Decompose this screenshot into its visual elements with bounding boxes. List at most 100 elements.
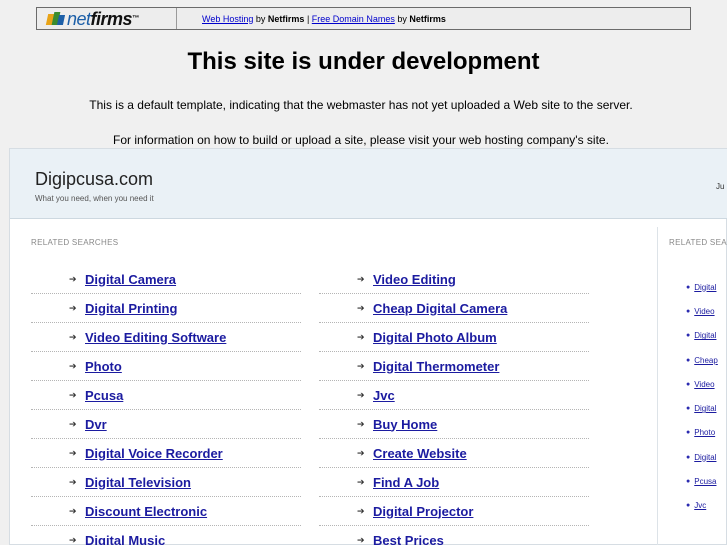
related-search-item: ➔ Discount Electronic — [31, 497, 301, 526]
brand-text-2: Netfirms — [409, 13, 446, 24]
site-title: Digipcusa.com — [35, 169, 154, 189]
side-related-search-link[interactable]: Digital — [694, 331, 716, 340]
arrow-icon: ➔ — [357, 535, 365, 545]
top-bar-links: Web Hosting by Netfirms | Free Domain Na… — [202, 14, 446, 24]
arrow-icon: ➔ — [357, 361, 365, 371]
related-search-item: ➔ Dvr — [31, 410, 301, 439]
related-searches-label: RELATED SEARCHES — [31, 238, 119, 247]
related-search-link[interactable]: Discount Electronic — [85, 504, 207, 519]
netfirms-top-bar: netfirms™ Web Hosting by Netfirms | Free… — [36, 7, 691, 30]
bullet-icon: ● — [686, 429, 691, 437]
bullet-icon: ● — [686, 380, 691, 388]
related-search-item: ➔ Digital Photo Album — [319, 323, 589, 352]
related-search-link[interactable]: Best Prices — [373, 533, 444, 545]
arrow-icon: ➔ — [357, 274, 365, 284]
side-related-search-link[interactable]: Video — [694, 307, 714, 316]
related-search-link[interactable]: Digital Projector — [373, 504, 473, 519]
related-search-link[interactable]: Digital Thermometer — [373, 359, 499, 374]
side-related-search-item: ● Digital — [686, 324, 727, 348]
bullet-icon: ● — [686, 502, 691, 510]
related-search-link[interactable]: Cheap Digital Camera — [373, 301, 507, 316]
related-searches-left-column: ➔ Digital Camera ➔ Digital Printing ➔ Video E… — [31, 265, 301, 545]
related-search-item: ➔ Digital Voice Recorder — [31, 439, 301, 468]
related-search-item: ➔ Buy Home — [319, 410, 589, 439]
related-search-item: ➔ Find A Job — [319, 468, 589, 497]
side-related-search-link[interactable]: Video — [694, 380, 714, 389]
web-hosting-link[interactable]: Web Hosting — [202, 14, 253, 24]
related-search-item: ➔ Video Editing — [319, 265, 589, 294]
related-search-link[interactable]: Dvr — [85, 417, 107, 432]
bullet-icon: ● — [686, 307, 691, 315]
related-search-item: ➔ Jvc — [319, 381, 589, 410]
hosting-info-message: For information on how to build or uploa… — [113, 133, 609, 147]
related-search-item: ➔ Digital Camera — [31, 265, 301, 294]
free-domain-names-link[interactable]: Free Domain Names — [312, 14, 395, 24]
bullet-icon: ● — [686, 283, 691, 291]
side-related-search-item: ● Digital — [686, 445, 727, 469]
site-tagline: What you need, when you need it — [35, 194, 154, 203]
related-search-item: ➔ Video Editing Software — [31, 323, 301, 352]
related-search-item: ➔ Pcusa — [31, 381, 301, 410]
related-search-item: ➔ Digital Television — [31, 468, 301, 497]
side-related-searches-list: ● Digital ● Video ● Digital ● Cheap ● Video ● Digit… — [686, 275, 727, 518]
arrow-icon: ➔ — [69, 361, 77, 371]
side-related-search-item: ● Cheap — [686, 348, 727, 372]
related-search-item: ➔ Digital Music — [31, 526, 301, 545]
related-search-item: ➔ Create Website — [319, 439, 589, 468]
arrow-icon: ➔ — [357, 419, 365, 429]
related-search-item: ➔ Photo — [31, 352, 301, 381]
side-related-search-item: ● Jvc — [686, 494, 727, 518]
bullet-icon: ● — [686, 405, 691, 413]
side-related-search-item: ● Video — [686, 372, 727, 396]
related-search-link[interactable]: Digital Photo Album — [373, 330, 497, 345]
related-search-item: ➔ Best Prices — [319, 526, 589, 545]
arrow-icon: ➔ — [69, 448, 77, 458]
related-search-link[interactable]: Pcusa — [85, 388, 123, 403]
related-search-link[interactable]: Photo — [85, 359, 122, 374]
related-search-link[interactable]: Digital Television — [85, 475, 191, 490]
by-text-1: by — [255, 13, 266, 24]
related-search-link[interactable]: Digital Camera — [85, 272, 176, 287]
side-related-search-item: ● Video — [686, 299, 727, 323]
page-headline: This site is under development — [187, 48, 540, 75]
related-search-link[interactable]: Video Editing Software — [85, 330, 226, 345]
arrow-icon: ➔ — [357, 506, 365, 516]
arrow-icon: ➔ — [69, 506, 77, 516]
arrow-icon: ➔ — [357, 332, 365, 342]
related-search-link[interactable]: Buy Home — [373, 417, 437, 432]
side-related-search-item: ● Digital — [686, 396, 727, 420]
arrow-icon: ➔ — [69, 535, 77, 545]
side-related-search-link[interactable]: Pcusa — [694, 477, 716, 486]
arrow-icon: ➔ — [69, 303, 77, 313]
related-search-link[interactable]: Video Editing — [373, 272, 456, 287]
column-divider — [657, 227, 658, 545]
netfirms-logo[interactable]: netfirms™ — [37, 8, 177, 29]
related-search-link[interactable]: Digital Printing — [85, 301, 177, 316]
arrow-icon: ➔ — [357, 448, 365, 458]
related-searches-right-column: ➔ Video Editing ➔ Cheap Digital Camera ➔ Digi… — [319, 265, 589, 545]
related-search-link[interactable]: Digital Music — [85, 533, 165, 545]
arrow-icon: ➔ — [69, 477, 77, 487]
arrow-icon: ➔ — [69, 390, 77, 400]
side-related-search-item: ● Photo — [686, 421, 727, 445]
arrow-icon: ➔ — [69, 274, 77, 284]
side-related-search-link[interactable]: Digital — [694, 283, 716, 292]
side-related-search-link[interactable]: Jvc — [694, 501, 706, 510]
related-search-link[interactable]: Create Website — [373, 446, 467, 461]
side-related-search-link[interactable]: Photo — [694, 428, 715, 437]
related-search-item: ➔ Digital Thermometer — [319, 352, 589, 381]
related-search-link[interactable]: Jvc — [373, 388, 395, 403]
brand-text-1: Netfirms — [267, 13, 305, 24]
by-text-2: by — [397, 13, 407, 24]
related-search-item: ➔ Digital Projector — [319, 497, 589, 526]
arrow-icon: ➔ — [357, 390, 365, 400]
side-related-search-link[interactable]: Digital — [694, 404, 716, 413]
related-search-link[interactable]: Digital Voice Recorder — [85, 446, 223, 461]
side-related-search-link[interactable]: Digital — [694, 453, 716, 462]
side-related-search-link[interactable]: Cheap — [694, 356, 718, 365]
related-search-link[interactable]: Find A Job — [373, 475, 439, 490]
bullet-icon: ● — [686, 356, 691, 364]
related-search-item: ➔ Digital Printing — [31, 294, 301, 323]
side-related-search-item: ● Pcusa — [686, 469, 727, 493]
bullet-icon: ● — [686, 478, 691, 486]
